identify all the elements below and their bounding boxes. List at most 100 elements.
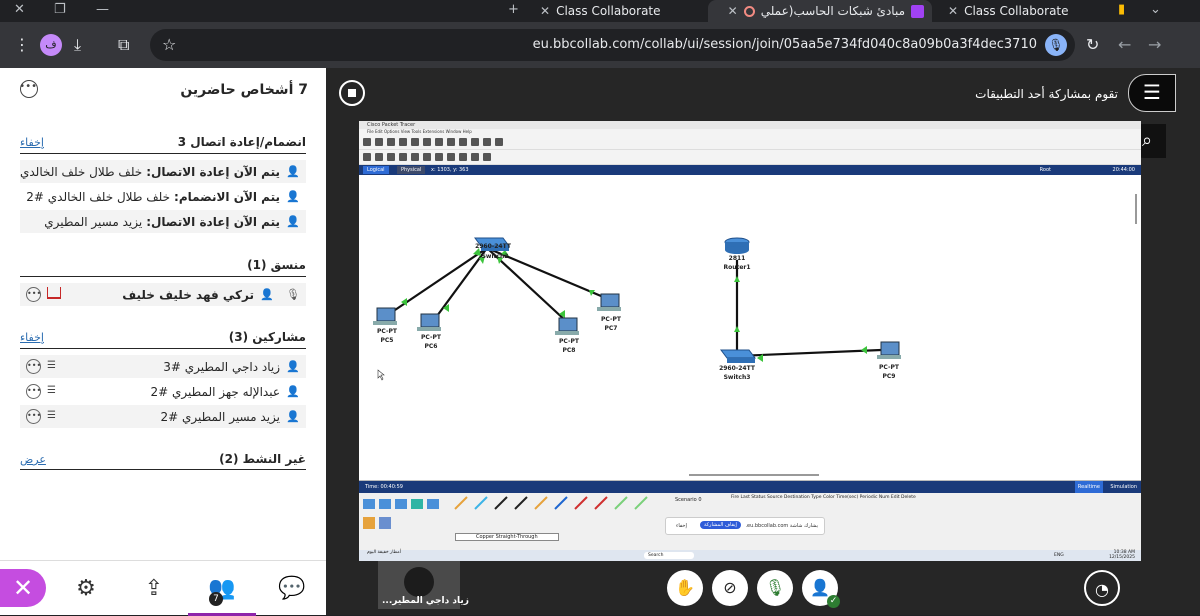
tab-course[interactable]: مبادئ شبكات الحاسب(عملي ✕ xyxy=(708,0,932,22)
network-topology-canvas[interactable]: 2960-24TT Switch2 PC-PT PC5 PC-PT PC6 PC… xyxy=(359,180,1141,480)
select-icon[interactable] xyxy=(363,153,371,161)
camera-toggle-button[interactable]: ⊘ xyxy=(712,570,748,606)
list-item[interactable]: 👤 يزيد مسير المطيري #2 ••• ☰ xyxy=(20,405,306,428)
more-options-icon[interactable]: ••• xyxy=(26,409,41,424)
more-options-icon[interactable]: ••• xyxy=(19,80,38,98)
back-icon[interactable]: → xyxy=(1148,35,1161,54)
close-window-icon[interactable]: ✕ xyxy=(14,2,25,17)
tab-logical[interactable]: Logical xyxy=(363,166,389,174)
address-bar[interactable]: ☆ eu.bbcollab.com/collab/ui/session/join… xyxy=(150,29,1075,61)
draw-rectangle-icon[interactable] xyxy=(435,153,443,161)
zoom-out-icon[interactable] xyxy=(495,138,503,146)
zoom-in-icon[interactable] xyxy=(471,138,479,146)
list-item[interactable]: 👤 يتم الآن إعادة الاتصال: يزيد مسير المط… xyxy=(20,210,306,233)
session-timer-button[interactable]: ◔ xyxy=(1084,570,1120,606)
device-model-label: PC-PT xyxy=(879,364,900,371)
redo-icon[interactable] xyxy=(459,138,467,146)
draw-line-icon[interactable] xyxy=(423,153,431,161)
extensions-icon[interactable]: ⧉ xyxy=(118,35,129,55)
close-panel-button[interactable]: ✕ xyxy=(0,569,46,607)
timer-icon: ◔ xyxy=(1095,580,1109,599)
tab-close-icon[interactable]: ✕ xyxy=(948,4,958,18)
voice-search-icon[interactable]: 🎙 xyxy=(1045,34,1067,56)
add-pdu-icon[interactable] xyxy=(471,153,479,161)
chat-icon[interactable]: 💬 xyxy=(258,561,326,616)
connection-status: يتم الآن إعادة الاتصال: xyxy=(146,164,280,179)
more-options-icon[interactable]: ••• xyxy=(26,384,41,399)
more-options-icon[interactable]: ••• xyxy=(26,359,41,374)
attendees-icon[interactable]: 👥 xyxy=(188,561,256,616)
participant-video-tile[interactable]: زياد داجي المطير... xyxy=(378,561,469,609)
new-file-icon[interactable] xyxy=(363,138,371,146)
inspect-icon[interactable] xyxy=(375,153,383,161)
more-options-icon[interactable]: ••• xyxy=(26,287,41,302)
list-item[interactable]: 👤 عبدالإله جهز المطيري #2 ••• ☰ xyxy=(20,380,306,403)
device-category-palette[interactable] xyxy=(359,495,659,535)
link-sw2-pc5 xyxy=(394,247,488,311)
forward-icon[interactable]: ← xyxy=(1118,35,1131,54)
minimize-window-icon[interactable]: — xyxy=(96,2,109,17)
paste-icon[interactable] xyxy=(435,138,443,146)
tab-close-icon[interactable]: ✕ xyxy=(728,4,738,18)
scenario-select[interactable]: Scenario 0 xyxy=(675,497,702,503)
realtime-mode-button[interactable]: Realtime xyxy=(1074,481,1103,493)
restore-window-icon[interactable]: ❐ xyxy=(54,2,66,17)
add-complex-pdu-icon[interactable] xyxy=(483,153,491,161)
stop-sharing-button[interactable]: إيقاف المشاركة xyxy=(700,521,741,529)
section-reconnect-hide-link[interactable]: إخفاء xyxy=(20,136,44,149)
link-sw3-pc9 xyxy=(736,348,882,358)
tab-search-icon[interactable]: ⌄ xyxy=(1150,2,1161,17)
note-icon[interactable] xyxy=(411,153,419,161)
resize-icon[interactable] xyxy=(399,153,407,161)
microphone-toggle-button[interactable]: 🎙 xyxy=(757,570,793,606)
freeform-icon[interactable] xyxy=(459,153,467,161)
shared-application-view[interactable]: Cisco Packet Tracer File Edit Options Vi… xyxy=(359,121,1141,561)
pt-sim-time: Time: 00:40:59 xyxy=(365,484,403,490)
bar-chart-icon[interactable]: ▮ xyxy=(1118,2,1125,17)
delete-icon[interactable] xyxy=(387,153,395,161)
list-item[interactable]: 🎙 👤 تركي فهد خليف خليف ••• xyxy=(20,283,306,306)
tab-class-collaborate-1[interactable]: ✕ Class Collaborate xyxy=(540,0,705,22)
device-pc8: PC-PT PC8 xyxy=(555,317,580,354)
attendee-name: عبدالإله جهز المطيري #2 xyxy=(150,384,280,399)
hide-notification-button[interactable]: إخفاء xyxy=(676,523,687,529)
share-notification-text: يشارك شاشة eu.bbcollab.com. xyxy=(745,523,818,529)
new-tab-button[interactable]: + xyxy=(508,2,519,17)
list-item[interactable]: 👤 يتم الآن الانضمام: خلف طلال خلف الخالد… xyxy=(20,185,306,208)
share-content-icon[interactable]: ⇪ xyxy=(120,561,188,616)
router-category-icon xyxy=(363,499,375,509)
bookmark-star-icon[interactable]: ☆ xyxy=(162,35,176,54)
tab-close-icon[interactable]: ✕ xyxy=(540,4,550,18)
session-menu-icon[interactable]: ☰ xyxy=(1128,74,1176,112)
settings-gear-icon[interactable]: ⚙ xyxy=(52,561,120,616)
undo-icon[interactable] xyxy=(447,138,455,146)
profile-avatar[interactable]: ف xyxy=(40,34,62,56)
print-icon[interactable] xyxy=(399,138,407,146)
cable-type-icon xyxy=(554,496,568,510)
input-language[interactable]: ENG xyxy=(1054,553,1064,558)
zoom-reset-icon[interactable] xyxy=(483,138,491,146)
tab-physical[interactable]: Physical xyxy=(397,166,426,174)
taskbar-search-input[interactable]: Search xyxy=(644,552,694,559)
section-inactive-show-link[interactable]: عرض xyxy=(20,453,46,466)
weather-widget[interactable]: أمطار خفيفة اليوم xyxy=(367,550,401,555)
divider xyxy=(20,276,306,277)
section-participants-hide-link[interactable]: إخفاء xyxy=(20,331,44,344)
open-file-icon[interactable] xyxy=(375,138,383,146)
simulation-mode-button[interactable]: Simulation xyxy=(1110,481,1137,493)
draw-ellipse-icon[interactable] xyxy=(447,153,455,161)
my-status-button[interactable]: 👤 ✓ xyxy=(802,570,840,608)
stop-share-button[interactable] xyxy=(339,80,365,106)
device-pc5: PC-PT PC5 xyxy=(373,307,398,344)
tab-class-collaborate-2[interactable]: ✕ Class Collaborate xyxy=(948,0,1098,22)
list-item[interactable]: 👤 يتم الآن إعادة الاتصال: خلف طلال خلف ا… xyxy=(20,160,306,183)
list-item[interactable]: 👤 زياد داجي المطيري #3 ••• ☰ xyxy=(20,355,306,378)
reload-icon[interactable]: ↻ xyxy=(1086,35,1099,54)
save-icon[interactable] xyxy=(387,138,395,146)
activity-wizard-icon[interactable] xyxy=(411,138,419,146)
browser-toolbar: ⋮ ف ⤓ ⧉ ☆ eu.bbcollab.com/collab/ui/sess… xyxy=(0,22,1200,68)
download-icon[interactable]: ⤓ xyxy=(74,35,81,55)
menu-dots-icon[interactable]: ⋮ xyxy=(14,35,30,54)
copy-icon[interactable] xyxy=(423,138,431,146)
raise-hand-button[interactable]: ✋ xyxy=(667,570,703,606)
